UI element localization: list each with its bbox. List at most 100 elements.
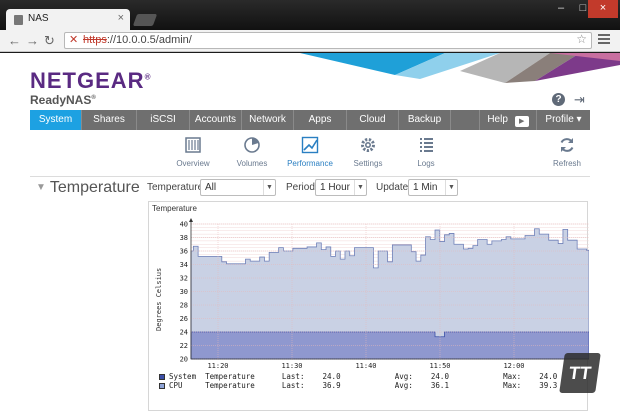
y-tick-label: 24 xyxy=(180,329,188,337)
browser-tab[interactable]: NAS × xyxy=(6,9,130,30)
y-axis-label: Degrees Celsius xyxy=(155,267,163,331)
temperature-graph: 11:20 11:30 11:40 11:50 12:00 20 22 24 26 28 30 32 3… xyxy=(148,201,589,411)
period-filter-label: Period: xyxy=(286,182,318,193)
reload-icon[interactable]: ↻ xyxy=(44,33,55,49)
y-tick-label: 30 xyxy=(180,288,188,296)
temperature-select-value: All xyxy=(205,182,217,193)
y-tick-label: 22 xyxy=(180,342,188,350)
chevron-down-icon: ▾ xyxy=(576,114,582,125)
subnav-refresh-label: Refresh xyxy=(552,159,581,168)
nav-tab-accounts[interactable]: Accounts xyxy=(190,110,242,130)
x-tick-label: 11:50 xyxy=(429,362,450,370)
y-tick-label: 28 xyxy=(180,302,188,310)
x-tick-label: 11:20 xyxy=(207,362,228,370)
logs-icon xyxy=(420,138,433,152)
nav-spacer xyxy=(451,110,480,130)
nav-profile-label: Profile xyxy=(545,114,574,125)
netgear-logo: NETGEAR® xyxy=(30,68,152,93)
period-select[interactable]: 1 Hour ▼ xyxy=(315,179,367,196)
nav-tab-iscsi[interactable]: iSCSI xyxy=(137,110,190,130)
volumes-icon xyxy=(244,137,260,153)
subnav-overview-label: Overview xyxy=(176,159,210,168)
nav-profile[interactable]: Profile ▾ xyxy=(537,110,590,130)
performance-icon xyxy=(301,136,319,154)
y-tick-label: 26 xyxy=(180,315,188,323)
x-tick-label: 11:40 xyxy=(355,362,376,370)
subnav-settings-label: Settings xyxy=(353,159,383,168)
y-tick-label: 40 xyxy=(180,221,188,229)
main-nav: System Shares iSCSI Accounts Network App… xyxy=(30,110,590,130)
refresh-icon xyxy=(560,138,574,152)
y-tick-label: 32 xyxy=(180,275,188,283)
section-header[interactable]: ▼ Temperature xyxy=(36,179,140,197)
update-select-value: 1 Min xyxy=(413,182,438,193)
nav-help[interactable]: Help ▶ xyxy=(480,110,537,130)
y-tick-label: 34 xyxy=(180,261,188,269)
new-tab-button[interactable] xyxy=(132,14,158,26)
subnav-logs[interactable]: Logs xyxy=(396,136,456,168)
overview-icon xyxy=(185,137,201,153)
nav-tab-shares[interactable]: Shares xyxy=(82,110,137,130)
legend-swatch xyxy=(159,383,165,389)
subnav-performance[interactable]: Performance xyxy=(280,136,340,168)
subnav-volumes[interactable]: Volumes xyxy=(222,136,282,168)
nav-tab-network[interactable]: Network xyxy=(242,110,294,130)
url-path: ://10.0.0.5/admin/ xyxy=(106,34,192,46)
readynas-product-name: ReadyNAS® xyxy=(30,93,96,107)
subnav-logs-label: Logs xyxy=(417,159,435,168)
x-tick-label: 11:30 xyxy=(281,362,302,370)
section-divider xyxy=(30,176,590,177)
x-tick-label: 12:00 xyxy=(503,362,524,370)
graph-title: Temperature xyxy=(152,204,197,213)
legend-swatch xyxy=(159,374,165,380)
browser-menu-icon[interactable] xyxy=(598,34,610,46)
help-icon[interactable]: ? xyxy=(552,93,565,106)
section-title-text: Temperature xyxy=(49,179,140,196)
collapse-triangle-icon[interactable]: ▼ xyxy=(36,182,46,193)
nav-help-label: Help xyxy=(487,114,508,125)
browser-toolbar: ← → ↻ ✕ https://10.0.0.5/admin/ ☆ xyxy=(0,30,620,52)
y-tick-label: 36 xyxy=(180,248,188,256)
y-axis-arrow xyxy=(189,218,193,222)
header-banner-graphic xyxy=(300,53,620,83)
subnav-overview[interactable]: Overview xyxy=(163,136,223,168)
nav-tab-backup[interactable]: Backup xyxy=(399,110,451,130)
legend-system-temperature: System Temperature Last: 24.0 Avg: 24.0 … xyxy=(159,372,557,381)
forward-arrow-icon[interactable]: → xyxy=(26,33,39,48)
subnav-volumes-label: Volumes xyxy=(236,159,268,168)
period-select-value: 1 Hour xyxy=(320,182,351,193)
update-select[interactable]: 1 Min ▼ xyxy=(408,179,458,196)
subnav-settings[interactable]: Settings xyxy=(338,136,398,168)
bookmark-star-icon[interactable]: ☆ xyxy=(576,32,587,47)
window-close-button[interactable]: × xyxy=(588,0,618,18)
nav-tab-system[interactable]: System xyxy=(30,110,82,130)
url-protocol: https xyxy=(83,34,107,46)
chevron-down-icon: ▼ xyxy=(263,180,275,195)
nav-tab-cloud[interactable]: Cloud xyxy=(347,110,399,130)
temperature-filter-label: Temperature: xyxy=(147,182,206,193)
insecure-lock-icon: ✕ xyxy=(69,34,79,46)
page-favicon-icon xyxy=(14,15,23,25)
browser-titlebar: NAS × – □ × xyxy=(0,0,620,30)
tab-close-icon[interactable]: × xyxy=(118,12,124,24)
subnav-refresh[interactable]: Refresh xyxy=(537,136,597,168)
address-bar[interactable]: ✕ https://10.0.0.5/admin/ ☆ xyxy=(64,32,592,49)
tab-title: NAS xyxy=(28,13,49,24)
back-arrow-icon[interactable]: ← xyxy=(8,33,21,48)
logout-icon[interactable]: ⇥ xyxy=(574,92,585,108)
y-tick-label: 20 xyxy=(180,356,188,364)
legend-cpu-temperature: CPU Temperature Last: 36.9 Avg: 36.1 Max… xyxy=(159,381,557,390)
nav-tab-apps[interactable]: Apps xyxy=(294,110,347,130)
subnav-performance-label: Performance xyxy=(287,159,333,168)
temperature-select[interactable]: All ▼ xyxy=(200,179,276,196)
update-filter-label: Update: xyxy=(376,182,412,193)
settings-icon xyxy=(361,138,375,152)
legend-text: CPU Temperature Last: 36.9 Avg: 36.1 Max… xyxy=(169,381,558,390)
nas-admin-page: NETGEAR® ReadyNAS® ? ⇥ System Shares iSC… xyxy=(0,53,620,411)
chevron-down-icon: ▼ xyxy=(445,180,457,195)
video-play-icon: ▶ xyxy=(514,116,529,127)
y-tick-label: 38 xyxy=(180,234,188,242)
chevron-down-icon: ▼ xyxy=(354,180,366,195)
legend-text: System Temperature Last: 24.0 Avg: 24.0 … xyxy=(169,372,558,381)
site-watermark-logo: TT xyxy=(559,353,601,393)
